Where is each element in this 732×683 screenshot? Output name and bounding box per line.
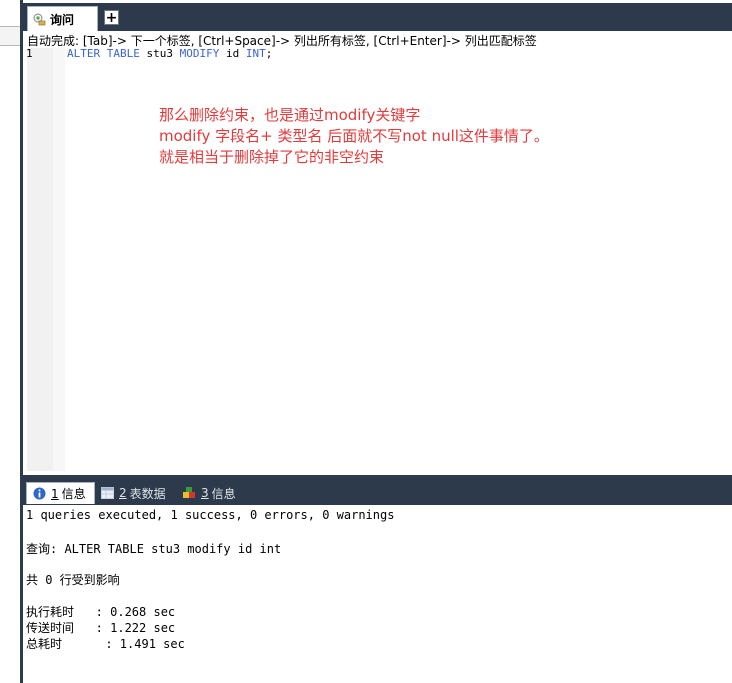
sql-table-name: stu3 — [146, 47, 174, 60]
info-icon — [33, 487, 46, 500]
left-panel-edge — [0, 0, 22, 683]
annotation-line-2: modify 字段名+ 类型名 后面就不写not null这件事情了。 — [159, 127, 549, 145]
sql-keyword-alter: ALTER — [67, 47, 101, 60]
query-tab-icon — [33, 13, 46, 25]
tab-table-data[interactable]: 2 表数据 — [95, 482, 177, 504]
output-affected-rows: 共 0 行受到影响 — [26, 573, 120, 587]
sql-line[interactable]: ALTER TABLE stu3 MODIFY id INT; — [67, 47, 272, 60]
sql-type: INT — [245, 47, 266, 60]
annotation-line-3: 就是相当于删除掉了它的非空约束 — [159, 148, 385, 166]
table-icon — [101, 487, 114, 499]
messages-output[interactable]: 1 queries executed, 1 success, 0 errors,… — [23, 505, 732, 683]
fold-gutter — [53, 48, 65, 471]
query-tab-bar: 询问 + — [23, 3, 732, 31]
annotation-line-1: 那么删除约束，也是通过modify关键字 — [159, 106, 421, 124]
tab-info-1-label: 信息 — [61, 487, 86, 501]
sql-terminator: ; — [265, 47, 273, 60]
tab-query-label: 询问 — [50, 12, 75, 27]
add-tab-button[interactable]: + — [104, 10, 119, 25]
output-query: 查询: ALTER TABLE stu3 modify id int — [26, 542, 282, 556]
annotation-text: 那么删除约束，也是通过modify关键字 modify 字段名+ 类型名 后面就… — [159, 105, 549, 168]
tab-info-3[interactable]: 3 信息 — [177, 482, 247, 504]
tab-info-3-number: 3 — [201, 486, 209, 500]
sql-keyword-table: TABLE — [106, 47, 140, 60]
sql-column-name: id — [226, 47, 240, 60]
tab-table-data-number: 2 — [119, 486, 127, 500]
line-number-gutter — [27, 48, 53, 471]
output-transfer-time: 传送时间 : 1.222 sec — [26, 621, 176, 635]
tab-info-1[interactable]: 1 信息 — [26, 482, 95, 504]
sql-editor[interactable]: 自动完成: [Tab]-> 下一个标签, [Ctrl+Space]-> 列出所有… — [23, 31, 732, 475]
output-exec-time: 执行耗时 : 0.268 sec — [26, 605, 176, 619]
output-total-time: 总耗时 : 1.491 sec — [26, 637, 185, 651]
output-summary: 1 queries executed, 1 success, 0 errors,… — [26, 508, 395, 522]
tab-table-data-label: 表数据 — [129, 486, 166, 501]
line-number: 1 — [26, 47, 33, 60]
result-tab-bar: 1 信息 2 表数据 3 信息 — [23, 481, 732, 505]
tab-info-1-number: 1 — [51, 486, 59, 501]
tab-query[interactable]: 询问 — [27, 6, 98, 31]
sql-keyword-modify: MODIFY — [179, 47, 220, 60]
tab-info-3-label: 信息 — [211, 486, 236, 501]
info-blocks-icon — [183, 487, 195, 498]
left-panel-stub — [0, 26, 20, 46]
